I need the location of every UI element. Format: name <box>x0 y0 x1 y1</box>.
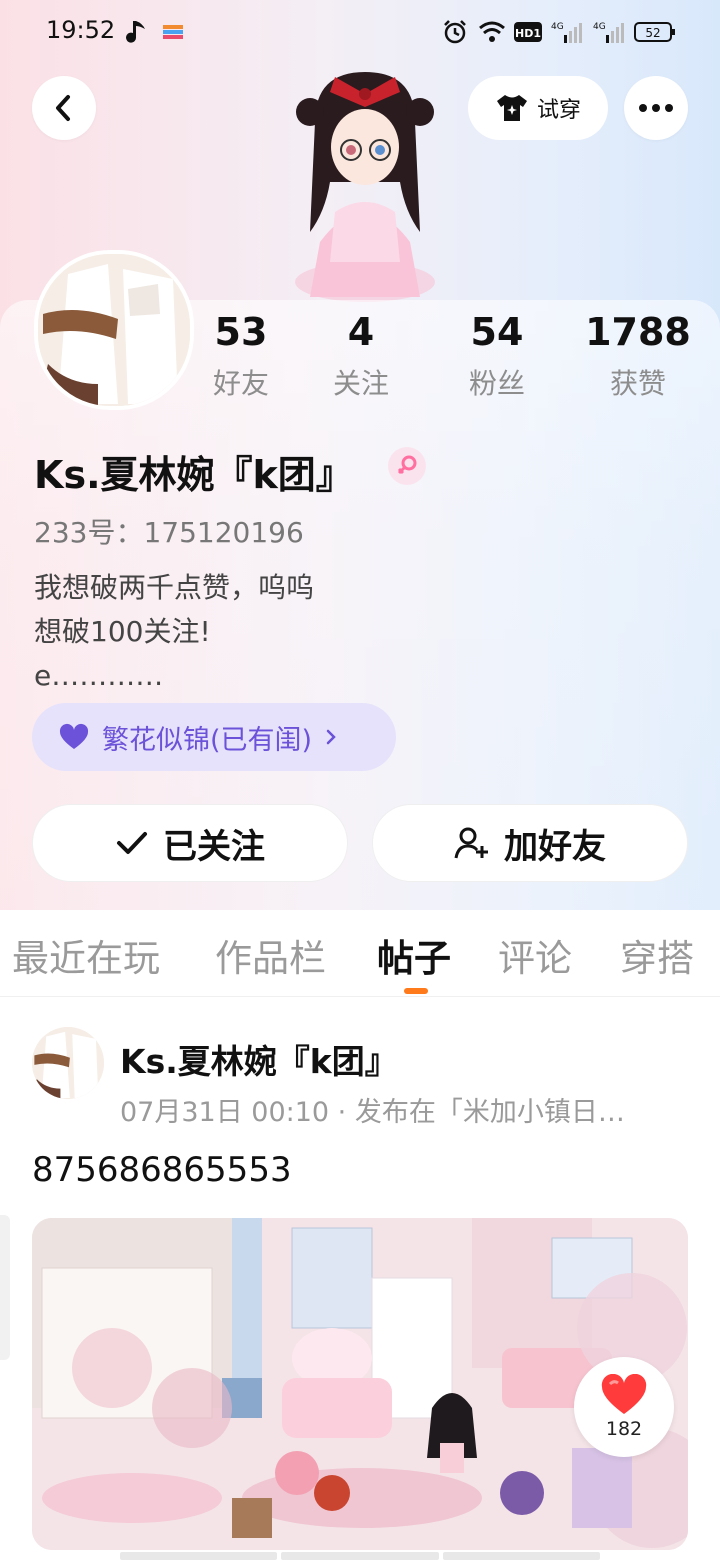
add-friend-button[interactable]: 加好友 <box>372 804 688 882</box>
post-meta[interactable]: 07月31日 00:10 · 发布在「米加小镇日… <box>120 1090 700 1129</box>
add-user-icon <box>454 827 488 859</box>
heart-icon <box>59 723 89 749</box>
post-author-avatar[interactable] <box>32 1027 104 1099</box>
try-on-button[interactable]: 试穿 <box>468 76 608 140</box>
following-button[interactable]: 已关注 <box>32 804 348 882</box>
signal-icon: 4G <box>550 18 586 46</box>
chevron-left-icon <box>56 95 70 121</box>
image-pager <box>120 1552 600 1560</box>
bio-line: 我想破两千点赞，呜呜 <box>34 571 315 604</box>
tab-comments[interactable]: 评论 <box>498 928 572 982</box>
more-options-button[interactable] <box>624 76 688 140</box>
avatar-image <box>32 1027 104 1099</box>
bio-line: 想破100关注! <box>34 615 211 648</box>
profile-name: Ks.夏林婉『k团』 <box>34 453 354 497</box>
following-label: 已关注 <box>163 826 265 867</box>
tab-works[interactable]: 作品栏 <box>215 928 326 982</box>
profile-avatar[interactable] <box>34 250 194 410</box>
svg-text:4G: 4G <box>593 22 606 32</box>
stat-friends[interactable]: 53 好友 <box>181 310 301 402</box>
active-tab-indicator <box>404 988 428 994</box>
tshirt-icon <box>496 95 527 121</box>
tab-recently-played[interactable]: 最近在玩 <box>12 928 160 982</box>
try-on-label: 试穿 <box>536 98 581 123</box>
tab-outfits[interactable]: 穿搭 <box>620 928 694 982</box>
post-author-name[interactable]: Ks.夏林婉『k团』 <box>120 1035 398 1083</box>
status-bar: 19:52 HD1 4G 4G 52 <box>0 0 720 64</box>
profile-uid: 233号：175120196 <box>34 516 304 549</box>
relationship-badge[interactable]: 繁花似锦(已有闺) <box>32 703 396 771</box>
stat-followers[interactable]: 54 粉丝 <box>437 310 557 402</box>
female-gender-icon <box>388 447 426 485</box>
chevron-right-icon <box>326 729 336 745</box>
alarm-icon <box>442 18 468 46</box>
app-notification-icon <box>162 18 184 46</box>
profile-bio: 我想破两千点赞，呜呜 想破100关注! e………… <box>34 566 314 698</box>
battery-icon: 52 <box>634 18 676 46</box>
bio-line: e………… <box>34 659 164 692</box>
back-button[interactable] <box>32 76 96 140</box>
hd-icon: HD1 <box>514 18 542 46</box>
post-image[interactable]: 182 <box>32 1218 688 1550</box>
post-text: 875686865553 <box>32 1150 292 1190</box>
avatar-image <box>38 254 190 406</box>
stat-following[interactable]: 4 关注 <box>301 310 421 402</box>
badge-label: 繁花似锦(已有闺) <box>102 724 313 756</box>
svg-text:HD1: HD1 <box>515 27 541 40</box>
side-edge-handle <box>0 1215 10 1360</box>
status-time: 19:52 <box>46 16 116 44</box>
tab-posts[interactable]: 帖子 <box>377 928 451 982</box>
music-note-icon <box>126 18 148 46</box>
svg-text:4G: 4G <box>551 22 564 32</box>
avatar-character-illustration <box>295 72 435 302</box>
heart-icon <box>601 1374 647 1414</box>
more-dots-icon <box>639 104 673 112</box>
stat-likes[interactable]: 1788 获赞 <box>578 310 698 402</box>
like-count: 182 <box>605 1418 643 1440</box>
like-button[interactable]: 182 <box>574 1357 674 1457</box>
svg-text:52: 52 <box>645 26 660 40</box>
wifi-icon <box>478 18 506 46</box>
add-friend-label: 加好友 <box>504 826 606 867</box>
signal-icon-2: 4G <box>592 18 628 46</box>
checkmark-icon <box>117 832 147 854</box>
